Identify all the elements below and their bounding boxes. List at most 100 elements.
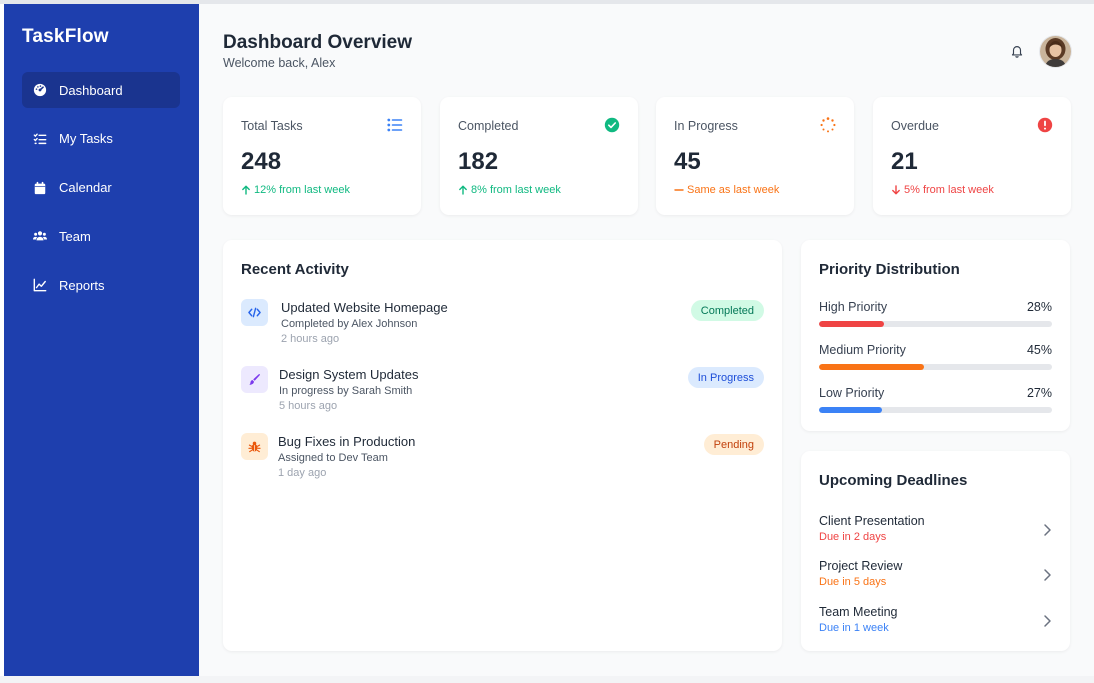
deadline-title: Project Review [819,559,903,573]
activity-time: 1 day ago [278,467,327,479]
activity-title: Bug Fixes in Production [278,434,416,449]
priority-label: Medium Priority [819,343,906,357]
stat-value: 21 [891,148,918,175]
progress-fill [819,364,924,370]
progress-track [819,364,1052,370]
sidebar-item-label: Calendar [59,180,112,196]
list-icon [387,118,403,132]
stat-label: Total Tasks [241,119,303,133]
activity-item[interactable]: Updated Website Homepage Completed by Al… [241,297,764,353]
sidebar-item-reports[interactable]: Reports [22,267,180,303]
progress-fill [819,407,882,413]
sidebar-item-label: Reports [59,277,105,293]
welcome-text: Welcome back, Alex [223,56,336,70]
sidebar-item-my-tasks[interactable]: My Tasks [22,121,180,157]
check-circle-icon [604,117,620,133]
priority-percent: 45% [1026,343,1052,357]
priority-label: Low Priority [819,386,885,400]
sidebar: TaskFlow Dashboard My Tasks Calendar Tea… [4,4,199,676]
sidebar-item-team[interactable]: Team [22,218,180,254]
sidebar-item-calendar[interactable]: Calendar [22,170,180,206]
status-badge: In Progress [687,367,764,388]
activity-subtitle: Assigned to Dev Team [278,452,388,464]
activity-title: Updated Website Homepage [281,300,448,315]
chart-line-icon [33,278,47,292]
page-title: Dashboard Overview [223,32,413,53]
alert-circle-icon [1037,117,1053,133]
sidebar-item-label: My Tasks [59,131,113,147]
progress-track [819,407,1052,413]
priority-percent: 27% [1026,386,1052,400]
activity-item[interactable]: Design System Updates In progress by Sar… [241,364,764,420]
activity-title: Design System Updates [279,367,419,382]
minus-icon [674,189,684,191]
deadline-item[interactable]: Team Meeting Due in 1 week [819,605,1052,643]
window-bottom-edge [0,676,1094,683]
brand-logo[interactable]: TaskFlow [22,26,109,48]
sidebar-item-label: Dashboard [59,82,123,98]
activity-time: 2 hours ago [281,333,340,345]
stat-change-text: Same as last week [687,184,780,196]
stat-change-text: 12% from last week [254,184,350,196]
progress-track [819,321,1052,327]
stat-value: 248 [241,148,282,175]
stat-change: 8% from last week [458,184,561,196]
priority-label: High Priority [819,300,888,314]
priority-distribution-card: Priority Distribution High Priority 28% … [801,240,1070,431]
stat-card-overdue: Overdue 21 5% from last week [873,97,1071,215]
stat-card-completed: Completed 182 8% from last week [440,97,638,215]
deadline-item[interactable]: Client Presentation Due in 2 days [819,514,1052,552]
recent-activity-card: Recent Activity Updated Website Homepage… [223,240,782,651]
stat-card-in-progress: In Progress 45 Same as last week [656,97,854,215]
section-title: Priority Distribution [819,261,960,278]
stat-label: In Progress [674,119,738,133]
stat-value: 45 [674,148,701,175]
deadline-due: Due in 1 week [819,622,889,634]
stat-change-text: 8% from last week [471,184,561,196]
sidebar-item-dashboard[interactable]: Dashboard [22,72,180,108]
code-icon [241,299,268,326]
stat-change: Same as last week [674,184,779,196]
bell-icon[interactable] [1010,44,1024,58]
stat-value: 182 [458,148,499,175]
stat-change: 5% from last week [891,184,994,196]
arrow-up-icon [459,185,467,195]
brush-icon [241,366,268,393]
stat-card-total-tasks: Total Tasks 248 12% from last week [223,97,421,215]
stat-label: Completed [458,119,519,133]
arrow-up-icon [242,185,250,195]
stat-change-text: 5% from last week [904,184,994,196]
deadline-title: Client Presentation [819,514,925,528]
deadline-due: Due in 5 days [819,576,887,588]
gauge-icon [33,83,47,97]
deadline-title: Team Meeting [819,605,898,619]
section-title: Upcoming Deadlines [819,472,968,489]
user-avatar[interactable] [1040,36,1071,67]
stat-change: 12% from last week [241,184,350,196]
activity-subtitle: In progress by Sarah Smith [279,385,413,397]
stat-label: Overdue [891,119,939,133]
arrow-down-icon [892,185,900,195]
priority-percent: 28% [1026,300,1052,314]
chevron-right-icon [1044,615,1051,627]
status-badge: Completed [690,300,764,321]
sidebar-item-label: Team [59,228,91,244]
spinner-icon [820,117,836,133]
team-icon [33,229,47,243]
bug-icon [241,433,268,460]
section-title: Recent Activity [241,261,349,278]
activity-item[interactable]: Bug Fixes in Production Assigned to Dev … [241,431,764,487]
chevron-right-icon [1044,524,1051,536]
sidebar-nav: Dashboard My Tasks Calendar Team Reports [22,72,180,316]
tasks-icon [33,132,47,146]
chevron-right-icon [1044,569,1051,581]
progress-fill [819,321,885,327]
deadline-due: Due in 2 days [819,531,887,543]
deadline-item[interactable]: Project Review Due in 5 days [819,559,1052,597]
activity-subtitle: Completed by Alex Johnson [281,318,418,330]
upcoming-deadlines-card: Upcoming Deadlines Client Presentation D… [801,451,1070,651]
status-badge: Pending [703,434,764,455]
main-content: Dashboard Overview Welcome back, Alex To… [199,4,1094,676]
calendar-icon [33,181,47,195]
activity-time: 5 hours ago [279,400,338,412]
